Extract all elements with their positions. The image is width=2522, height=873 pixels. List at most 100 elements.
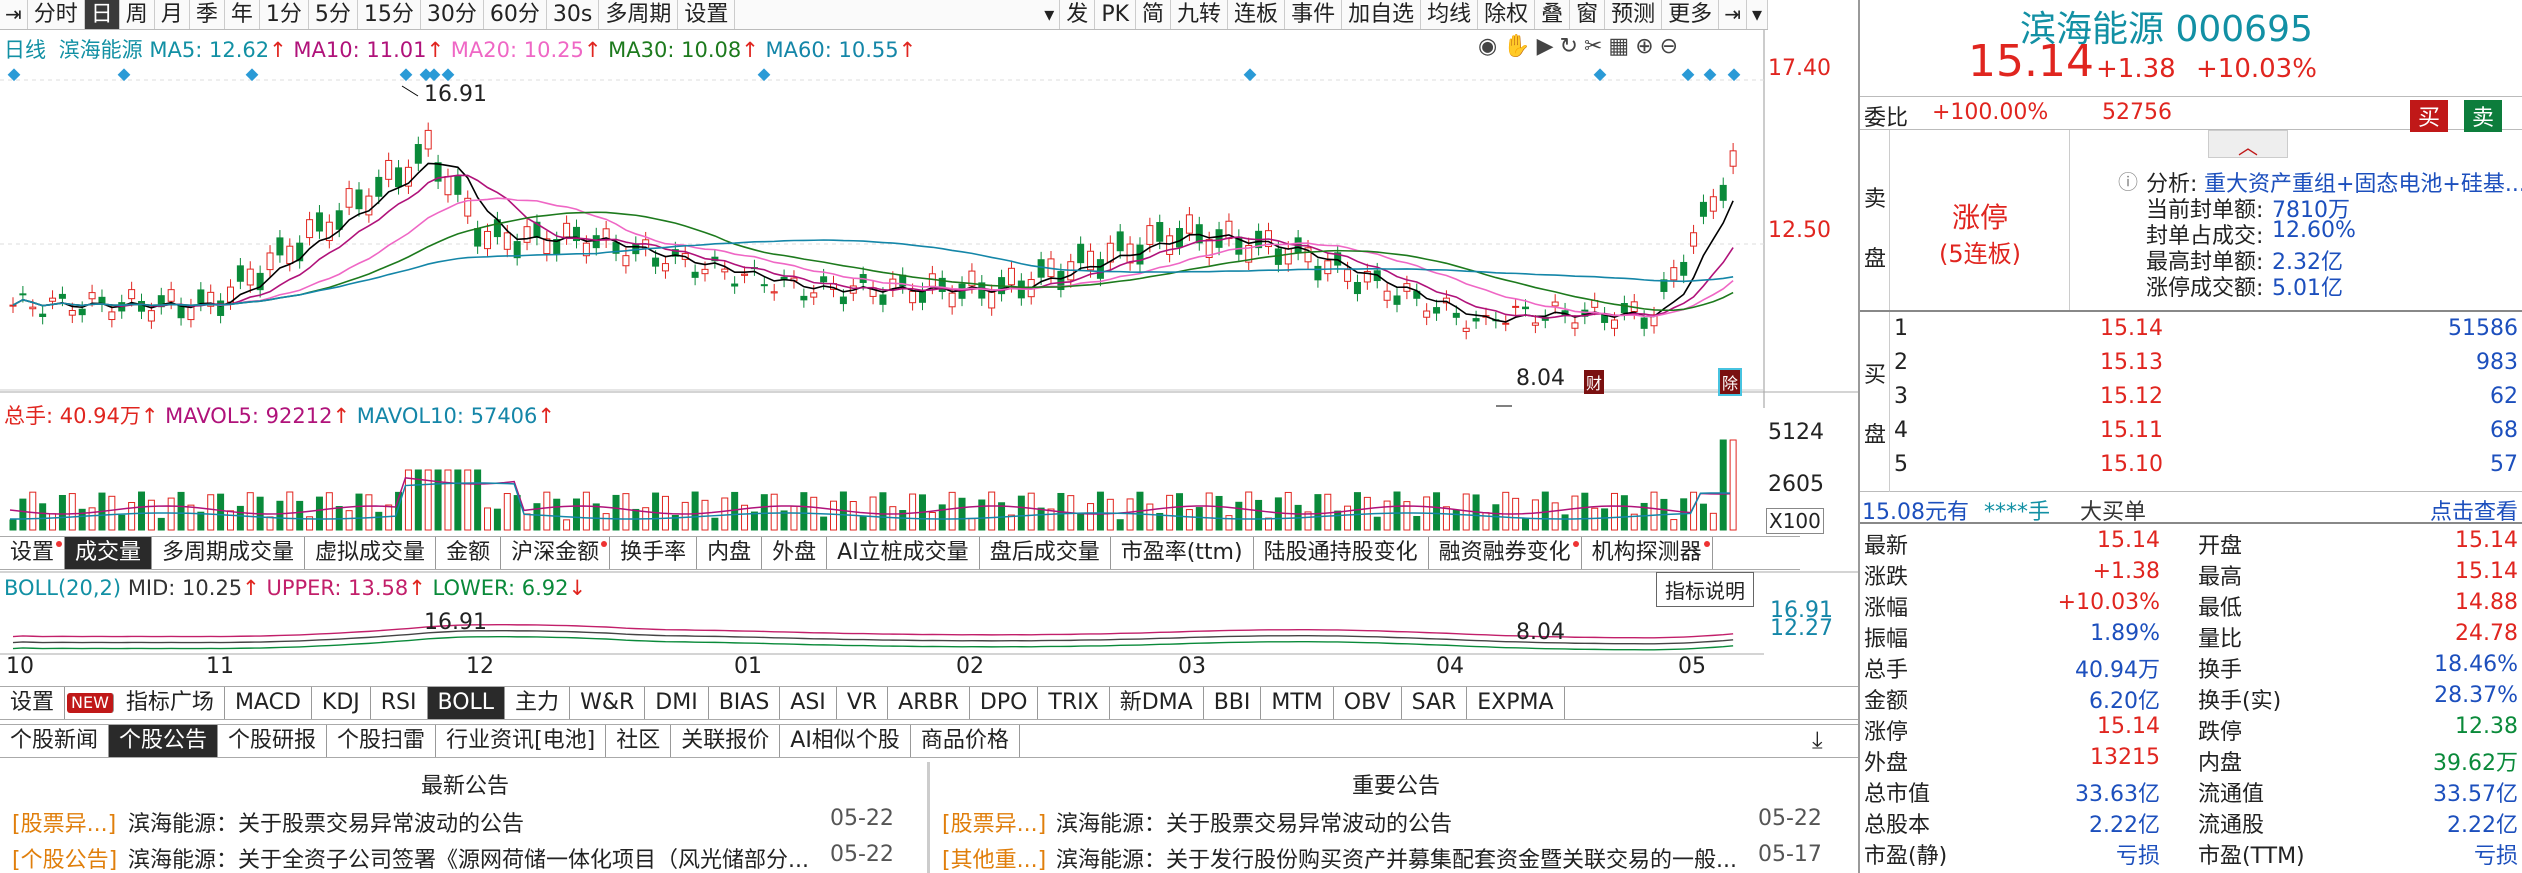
period-button[interactable]: 5分: [309, 0, 358, 29]
notice-title[interactable]: 滨海能源：关于股票交易异常波动的公告: [128, 806, 524, 838]
indicator-button[interactable]: RSI: [371, 687, 428, 719]
indicator-tab[interactable]: 盘后成交量: [980, 537, 1111, 569]
indicator-button[interactable]: BBI: [1204, 687, 1262, 719]
sidebar-toggle-icon[interactable]: ⇥: [0, 0, 28, 29]
indicator-button[interactable]: OBV: [1334, 687, 1402, 719]
tool-button[interactable]: 预测: [1605, 0, 1663, 29]
finance-tag[interactable]: 财: [1584, 370, 1605, 394]
news-tab[interactable]: 行业资讯[电池]: [436, 725, 607, 757]
notice-tag[interactable]: [股票异...]: [942, 806, 1046, 838]
period-button[interactable]: 30s: [547, 0, 600, 29]
period-button[interactable]: 设置: [678, 0, 736, 29]
indicator-button[interactable]: ASI: [780, 687, 837, 719]
toolbar-dropdown-icon[interactable]: ▾: [1747, 0, 1768, 29]
tool-button[interactable]: 叠: [1535, 0, 1571, 29]
indicator-button[interactable]: 指标广场: [116, 687, 225, 719]
notice-title[interactable]: 滨海能源：关于发行股份购买资产并募集配套资金暨关联交易的一般...: [1056, 842, 1737, 873]
indicator-tab[interactable]: 市盈率(ttm): [1111, 537, 1254, 569]
buy-button[interactable]: 买: [2410, 100, 2449, 132]
news-tab[interactable]: AI相似个股: [780, 725, 911, 757]
indicator-button[interactable]: DPO: [970, 687, 1039, 719]
indicator-button[interactable]: TRIX: [1038, 687, 1110, 719]
indicator-tab[interactable]: 陆股通持股变化: [1254, 537, 1429, 569]
zoom-out-icon[interactable]: ⊖: [1660, 34, 1684, 59]
download-icon[interactable]: ⤓: [1812, 726, 1823, 754]
tool-button[interactable]: 九转: [1171, 0, 1229, 29]
news-tab[interactable]: 个股公告: [109, 725, 219, 757]
tool-button[interactable]: 简: [1136, 0, 1172, 29]
period-button[interactable]: 30分: [421, 0, 484, 29]
indicator-button[interactable]: VR: [837, 687, 889, 719]
period-button[interactable]: 周: [120, 0, 155, 29]
news-tab[interactable]: 个股新闻: [0, 725, 110, 757]
notice-tag[interactable]: [股票异...]: [12, 806, 116, 838]
tool-button[interactable]: PK: [1095, 0, 1137, 29]
scissors-icon[interactable]: ✂: [1584, 34, 1608, 59]
indicator-button[interactable]: KDJ: [312, 687, 371, 719]
sell-button[interactable]: 卖: [2464, 100, 2503, 132]
indicator-tab[interactable]: 金额: [436, 537, 502, 569]
tool-button[interactable]: 连板: [1228, 0, 1286, 29]
indicator-tab[interactable]: 机构探测器: [1582, 537, 1713, 569]
tool-button[interactable]: 均线: [1421, 0, 1479, 29]
hand-icon[interactable]: ✋: [1503, 34, 1536, 59]
period-button[interactable]: 多周期: [599, 0, 679, 29]
indicator-tab[interactable]: 换手率: [610, 537, 698, 569]
tool-button[interactable]: 更多: [1662, 0, 1720, 29]
news-tab[interactable]: 个股扫雷: [327, 725, 437, 757]
tool-button[interactable]: 加自选: [1342, 0, 1422, 29]
grid-icon[interactable]: ▦: [1608, 34, 1635, 59]
period-button[interactable]: 季: [190, 0, 225, 29]
indicator-help-button[interactable]: 指标说明: [1656, 572, 1754, 607]
indicator-button[interactable]: NEW: [67, 693, 114, 713]
exright-tag[interactable]: 除: [1717, 368, 1743, 396]
info-icon[interactable]: ⓘ: [2118, 166, 2138, 195]
news-tab[interactable]: 关联报价: [671, 725, 781, 757]
notice-tag[interactable]: [个股公告]: [12, 842, 117, 873]
refresh-icon[interactable]: ↻: [1560, 34, 1584, 59]
zoom-in-icon[interactable]: ⊕: [1635, 34, 1659, 59]
period-button[interactable]: 1分: [260, 0, 309, 29]
indicator-tab[interactable]: 外盘: [762, 537, 828, 569]
indicator-button[interactable]: DMI: [645, 687, 709, 719]
tool-button[interactable]: 窗: [1570, 0, 1606, 29]
period-button[interactable]: 月: [155, 0, 190, 29]
period-button[interactable]: 年: [225, 0, 260, 29]
indicator-tab[interactable]: 设置: [0, 537, 66, 569]
tool-button[interactable]: 事件: [1285, 0, 1343, 29]
indicator-button[interactable]: 设置: [0, 687, 66, 719]
indicator-button[interactable]: SAR: [1402, 687, 1468, 719]
indicator-button[interactable]: EXPMA: [1467, 687, 1565, 719]
period-button[interactable]: 日: [84, 0, 120, 29]
notice-tag[interactable]: [其他重...]: [942, 842, 1046, 873]
indicator-button[interactable]: MACD: [225, 687, 312, 719]
indicator-button[interactable]: BOLL: [427, 687, 506, 719]
indicator-tab[interactable]: 多周期成交量: [152, 537, 306, 569]
news-tab[interactable]: 商品价格: [911, 725, 1020, 757]
tool-button[interactable]: 发: [1060, 0, 1096, 29]
indicator-button[interactable]: 新DMA: [1110, 687, 1204, 719]
indicator-button[interactable]: W&R: [570, 687, 646, 719]
notice-title[interactable]: 滨海能源：关于全资子公司签署《源网荷储一体化项目（风光储部分...: [128, 842, 809, 873]
indicator-tab[interactable]: 成交量: [65, 537, 153, 569]
indicator-tab[interactable]: 融资融券变化: [1429, 537, 1582, 569]
play-icon[interactable]: ▶: [1537, 34, 1560, 59]
indicator-tab[interactable]: 虚拟成交量: [305, 537, 437, 569]
collapse-icon[interactable]: ︿: [2208, 130, 2288, 159]
period-button[interactable]: 15分: [358, 0, 421, 29]
tool-button[interactable]: 除权: [1478, 0, 1536, 29]
indicator-button[interactable]: ARBR: [888, 687, 970, 719]
news-tab[interactable]: 社区: [606, 725, 672, 757]
indicator-button[interactable]: BIAS: [709, 687, 781, 719]
notice-title[interactable]: 滨海能源：关于股票交易异常波动的公告: [1056, 806, 1452, 838]
dropdown-icon[interactable]: ▾: [1039, 0, 1061, 29]
indicator-button[interactable]: MTM: [1261, 687, 1334, 719]
news-tab[interactable]: 个股研报: [218, 725, 328, 757]
panel-collapse-icon[interactable]: ⇥: [1719, 0, 1747, 29]
period-button[interactable]: 分时: [28, 0, 85, 29]
indicator-button[interactable]: 主力: [505, 687, 571, 719]
indicator-tab[interactable]: 内盘: [697, 537, 763, 569]
indicator-tab[interactable]: AI立桩成交量: [827, 537, 980, 569]
indicator-tab[interactable]: 沪深金额: [501, 537, 611, 569]
period-button[interactable]: 60分: [484, 0, 547, 29]
